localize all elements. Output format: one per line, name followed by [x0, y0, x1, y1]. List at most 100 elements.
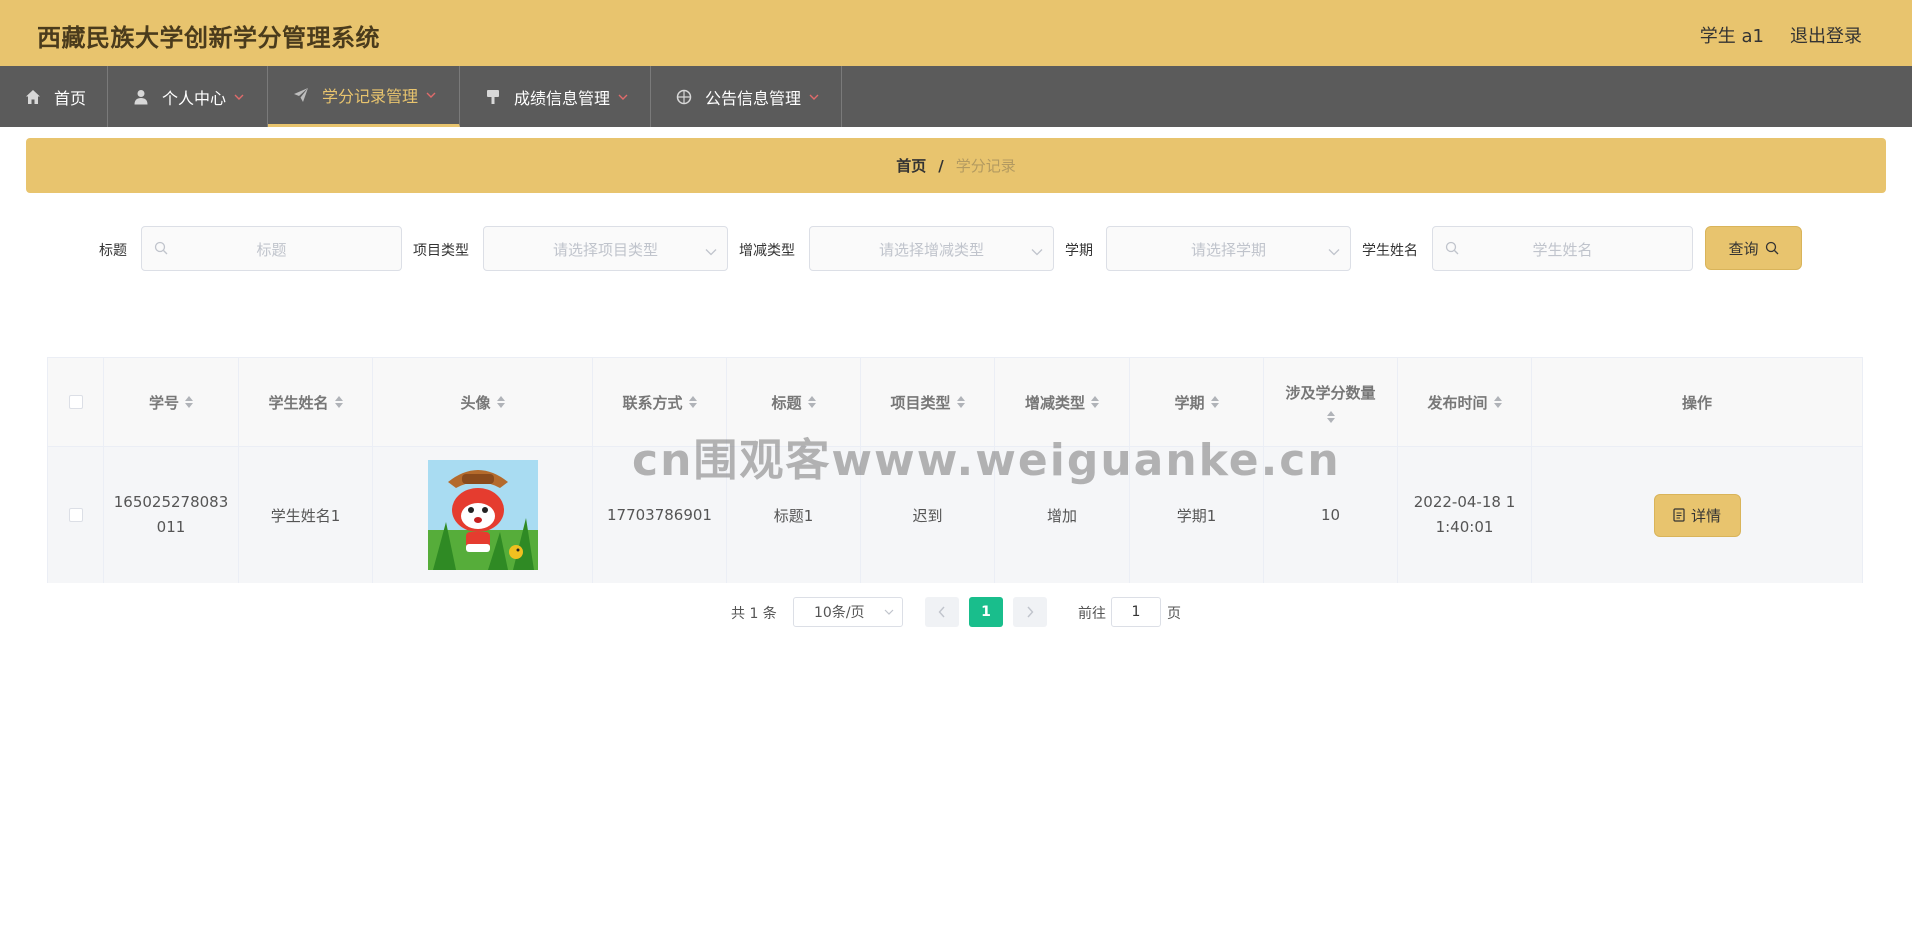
column-header-label: 学期 [1174, 393, 1205, 412]
term-text: 学期1 [1176, 506, 1217, 525]
search-icon [1765, 241, 1779, 255]
sort-icon[interactable] [496, 396, 505, 408]
nav-item-home[interactable]: 首页 [0, 66, 108, 127]
sort-icon[interactable] [334, 396, 343, 408]
title-text: 标题1 [773, 506, 814, 525]
logout-link[interactable]: 退出登录 [1790, 22, 1862, 48]
filter-change-type-label: 增减类型 [739, 243, 795, 259]
term-select[interactable]: 请选择学期 [1106, 226, 1351, 271]
publish-time-line: 1:40:01 [1435, 518, 1494, 536]
cell-change-type: 增加 [995, 447, 1130, 583]
chevron-right-icon [1026, 606, 1034, 618]
brush-icon [484, 88, 502, 106]
sort-icon[interactable] [688, 396, 697, 408]
title-search-input[interactable]: 标题 [141, 226, 402, 271]
sort-icon[interactable] [1326, 410, 1335, 423]
goto-label: 前往 [1078, 606, 1106, 622]
nav-item-label: 学分记录管理 [322, 87, 419, 106]
prev-page-button[interactable] [925, 597, 959, 627]
column-header-change-type[interactable]: 增减类型 [995, 358, 1130, 446]
cell-title: 标题1 [727, 447, 861, 583]
phone-text: 17703786901 [607, 506, 712, 524]
cell-credits: 10 [1264, 447, 1398, 583]
compass-icon [675, 88, 693, 106]
chevron-down-icon [234, 93, 244, 101]
nav-item-label: 首页 [54, 88, 87, 108]
column-header-label: 联系方式 [622, 393, 683, 412]
nav-item-credit-records[interactable]: 学分记录管理 [268, 66, 460, 127]
placeholder: 请选择增减类型 [878, 241, 984, 259]
header-select-cell [48, 358, 104, 446]
user-icon [132, 88, 150, 106]
filter-term-label: 学期 [1065, 243, 1093, 259]
chevron-down-icon [809, 93, 819, 101]
avatar[interactable] [427, 460, 538, 570]
pagination: 共 1 条 10条/页 1 前往 1 页 [26, 597, 1886, 627]
detail-button-label: 详情 [1690, 506, 1721, 525]
table-row: 165025278083 011 学生姓名1 17703786901 标题1 迟… [48, 447, 1862, 583]
cell-publish-time: 2022-04-18 1 1:40:01 [1398, 447, 1532, 583]
nav-item-personal-center[interactable]: 个人中心 [108, 66, 268, 127]
goto-page-input[interactable]: 1 [1111, 597, 1161, 627]
page-size-select[interactable]: 10条/页 [793, 597, 903, 627]
chevron-down-icon [1328, 241, 1340, 260]
column-header-student-name[interactable]: 学生姓名 [239, 358, 373, 446]
app-header: 西藏民族大学创新学分管理系统 学生 a1 退出登录 [0, 0, 1912, 66]
column-header-label: 发布时间 [1427, 393, 1488, 412]
publish-time-line: 2022-04-18 1 [1413, 493, 1516, 511]
document-icon [1673, 508, 1685, 522]
breadcrumb-home[interactable]: 首页 [896, 155, 926, 176]
column-header-project-type[interactable]: 项目类型 [861, 358, 995, 446]
cell-project-type: 迟到 [861, 447, 995, 583]
row-select-cell [48, 447, 104, 583]
placeholder: 请选择项目类型 [552, 241, 658, 259]
sort-icon[interactable] [1493, 396, 1502, 408]
student-id-line: 165025278083 [113, 493, 229, 511]
column-header-title[interactable]: 标题 [727, 358, 861, 446]
page-number-current[interactable]: 1 [969, 597, 1003, 627]
sort-icon[interactable] [1210, 396, 1219, 408]
query-button[interactable]: 查询 [1705, 226, 1802, 270]
sort-icon[interactable] [807, 396, 816, 408]
column-header-label: 学号 [148, 393, 179, 412]
table-header-row: 学号 学生姓名 头像 联系方式 标题 项目类型 增减类型 学期 涉及学分数量 发… [48, 358, 1862, 447]
column-header-label: 操作 [1681, 393, 1712, 412]
page-suffix: 页 [1167, 606, 1181, 622]
main-content: 标题 标题 项目类型 请选择项目类型 增减类型 请选择增减类型 学期 请选择学期… [26, 204, 1886, 650]
project-type-text: 迟到 [912, 506, 943, 525]
chevron-down-icon [426, 91, 436, 99]
student-id-line: 011 [156, 518, 186, 536]
column-header-label: 学生姓名 [268, 393, 329, 412]
sort-icon[interactable] [956, 396, 965, 408]
filter-project-type-label: 项目类型 [413, 243, 469, 259]
column-header-publish-time[interactable]: 发布时间 [1398, 358, 1532, 446]
nav-item-announcements[interactable]: 公告信息管理 [651, 66, 842, 127]
next-page-button[interactable] [1013, 597, 1047, 627]
select-all-checkbox[interactable] [68, 395, 83, 409]
cell-term: 学期1 [1130, 447, 1264, 583]
column-header-term[interactable]: 学期 [1130, 358, 1264, 446]
cell-student-name: 学生姓名1 [239, 447, 373, 583]
column-header-student-id[interactable]: 学号 [104, 358, 239, 446]
column-header-credits[interactable]: 涉及学分数量 [1264, 358, 1398, 446]
project-type-select[interactable]: 请选择项目类型 [483, 226, 728, 271]
column-header-avatar[interactable]: 头像 [373, 358, 593, 446]
nav-item-label: 成绩信息管理 [514, 88, 611, 108]
chevron-down-icon [884, 608, 894, 616]
cell-student-id: 165025278083 011 [104, 447, 239, 583]
column-header-contact[interactable]: 联系方式 [593, 358, 727, 446]
chevron-down-icon [705, 241, 717, 260]
placeholder: 请选择学期 [1190, 241, 1266, 259]
detail-button[interactable]: 详情 [1653, 493, 1741, 537]
row-checkbox[interactable] [68, 508, 83, 522]
student-name-search-input[interactable]: 学生姓名 [1432, 226, 1693, 271]
breadcrumb-separator: / [938, 156, 944, 175]
credits-text: 10 [1320, 506, 1341, 524]
column-header-label: 涉及学分数量 [1285, 383, 1376, 402]
sort-icon[interactable] [185, 396, 193, 408]
nav-item-label: 个人中心 [162, 88, 227, 108]
change-type-select[interactable]: 请选择增减类型 [809, 226, 1054, 271]
credit-records-table: 学号 学生姓名 头像 联系方式 标题 项目类型 增减类型 学期 涉及学分数量 发… [47, 357, 1863, 583]
sort-icon[interactable] [1091, 396, 1099, 408]
nav-item-grade-info[interactable]: 成绩信息管理 [460, 66, 651, 127]
